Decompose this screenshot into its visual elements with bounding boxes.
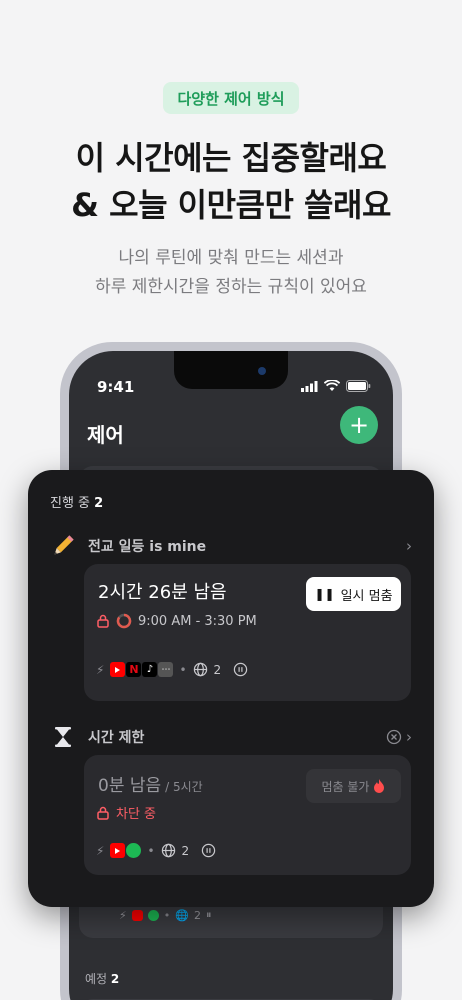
chevron-right-icon[interactable]: › bbox=[406, 728, 412, 746]
category-badge: 다양한 제어 방식 bbox=[163, 82, 299, 114]
session-group-header[interactable]: 전교 일등 is mine › bbox=[50, 533, 412, 559]
limit-total: / 5시간 bbox=[165, 780, 203, 794]
signal-icon bbox=[301, 380, 318, 392]
pause-button[interactable]: ❚❚ 일시 멈춤 bbox=[306, 577, 401, 611]
in-progress-label: 진행 중 bbox=[50, 496, 91, 511]
limit-title: 시간 제한 bbox=[88, 730, 145, 746]
bolt-icon: ⚡ bbox=[96, 662, 105, 677]
schedule-time: 9:00 AM - 3:30 PM bbox=[138, 613, 257, 629]
in-progress-count: 2 bbox=[94, 496, 104, 511]
session-card[interactable]: 2시간 26분 남음 ❚❚ 일시 멈춤 9:00 AM - 3:30 PM ⚡ … bbox=[84, 564, 411, 701]
pause-circle-icon: ⏸ bbox=[205, 908, 212, 921]
background-meta-row: ⚡ • 🌐 2 ⏸ bbox=[119, 908, 212, 922]
youtube-icon bbox=[131, 909, 143, 921]
web-count: 2 bbox=[213, 662, 222, 677]
pause-circle-icon bbox=[233, 662, 248, 677]
limit-remaining: 0분 남음/ 5시간 bbox=[98, 771, 203, 796]
schedule-row: 9:00 AM - 3:30 PM bbox=[96, 613, 257, 629]
spotify-icon bbox=[126, 843, 142, 858]
no-pause-button[interactable]: 멈춤 불가 bbox=[306, 769, 401, 803]
subtitle-line-1: 나의 루틴에 맞춰 만드는 세션과 bbox=[118, 248, 344, 268]
pause-label: 일시 멈춤 bbox=[340, 588, 393, 604]
web-count: 2 bbox=[193, 908, 201, 922]
page-title: 제어 bbox=[87, 423, 124, 447]
in-progress-header: 진행 중 2 bbox=[50, 492, 103, 511]
globe-icon: 🌐 bbox=[175, 908, 189, 922]
scheduled-label: 예정 bbox=[85, 972, 108, 986]
blocked-label: 차단 중 bbox=[116, 807, 157, 822]
headline-line-1: 이 시간에는 집중할래요 bbox=[75, 139, 387, 177]
fire-icon bbox=[374, 779, 385, 793]
lock-icon bbox=[97, 806, 109, 820]
youtube-icon bbox=[110, 662, 126, 677]
spotify-icon bbox=[147, 909, 159, 921]
camera-dot bbox=[258, 367, 266, 375]
hourglass-icon bbox=[55, 727, 71, 747]
close-circle-icon[interactable] bbox=[386, 729, 402, 745]
tiktok-icon: ♪ bbox=[142, 662, 158, 677]
limit-remaining-value: 0분 남음 bbox=[98, 776, 162, 796]
session-meta-row: ⚡ N ♪ ⋯ • 2 bbox=[96, 662, 248, 677]
status-time: 9:41 bbox=[97, 378, 135, 396]
youtube-icon bbox=[110, 843, 126, 858]
scheduled-count: 2 bbox=[110, 972, 120, 986]
globe-icon bbox=[193, 662, 207, 677]
limit-group-header[interactable]: 시간 제한 › bbox=[50, 724, 412, 750]
more-apps-icon: ⋯ bbox=[158, 662, 174, 677]
status-icons bbox=[301, 380, 371, 392]
battery-icon bbox=[346, 380, 371, 392]
limit-meta-row: ⚡ • 2 bbox=[96, 843, 216, 858]
no-pause-label: 멈춤 불가 bbox=[321, 779, 370, 794]
globe-icon bbox=[161, 843, 175, 858]
lock-icon bbox=[97, 614, 109, 628]
plus-icon: + bbox=[348, 411, 370, 439]
pencil-icon bbox=[54, 535, 74, 555]
web-count: 2 bbox=[181, 843, 190, 858]
scheduled-header: 예정 2 bbox=[85, 970, 119, 987]
bolt-icon: ⚡ bbox=[96, 843, 105, 858]
netflix-icon: N bbox=[126, 662, 142, 677]
progress-ring-icon bbox=[116, 613, 132, 629]
active-controls-panel: 진행 중 2 전교 일등 is mine › 2시간 26분 남음 ❚❚ 일시 … bbox=[28, 470, 434, 907]
chevron-right-icon[interactable]: › bbox=[406, 537, 412, 555]
bolt-icon: ⚡ bbox=[119, 908, 127, 922]
pause-circle-icon bbox=[201, 843, 216, 858]
headline-line-2: & 오늘 이만큼만 쓸래요 bbox=[71, 186, 391, 224]
dynamic-island bbox=[174, 351, 288, 389]
pause-icon: ❚❚ bbox=[314, 587, 335, 601]
subtitle-line-2: 하루 제한시간을 정하는 규칙이 있어요 bbox=[95, 277, 367, 297]
session-remaining: 2시간 26분 남음 bbox=[98, 582, 227, 603]
limit-card[interactable]: 0분 남음/ 5시간 멈춤 불가 차단 중 ⚡ • 2 bbox=[84, 755, 411, 875]
blocked-status: 차단 중 bbox=[96, 803, 156, 822]
add-button[interactable]: + bbox=[340, 406, 378, 444]
wifi-icon bbox=[324, 380, 340, 391]
session-title: 전교 일등 is mine bbox=[88, 539, 207, 555]
